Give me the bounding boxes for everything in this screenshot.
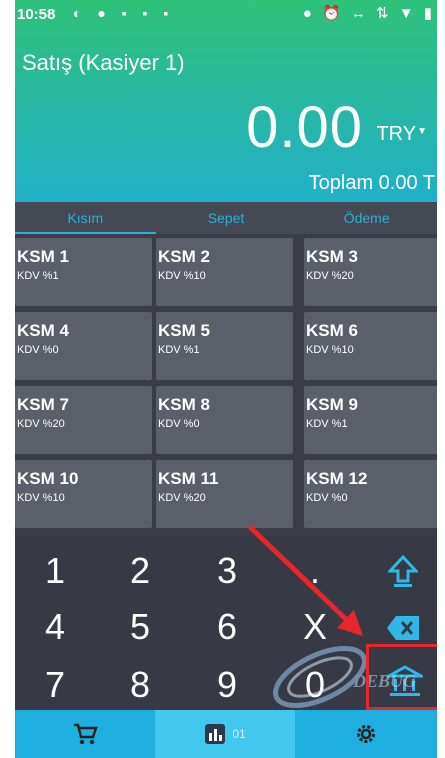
pos-screen: 10:58 ◐ ● ▪ ▪ ▪ ● ⏰ ↔ ⇅ ▼ ▮ Satış (Kasiy…: [15, 0, 437, 758]
annotation-highlight: [366, 644, 437, 710]
